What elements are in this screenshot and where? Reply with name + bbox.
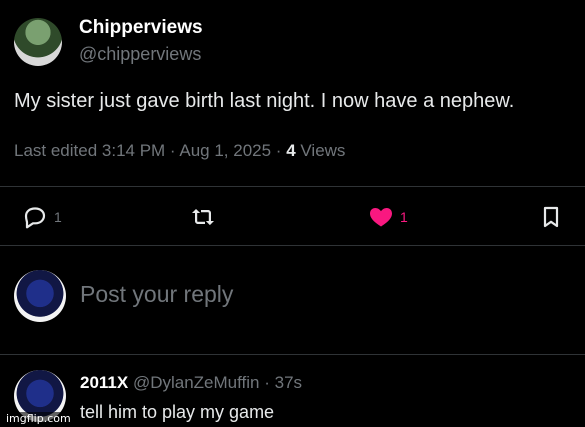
commenter-handle-time[interactable]: @DylanZeMuffin · 37s bbox=[128, 373, 302, 392]
views-label: Views bbox=[295, 141, 346, 160]
post-timestamp[interactable]: Last edited 3:14 PM · Aug 1, 2025 · bbox=[14, 141, 286, 160]
author-avatar[interactable] bbox=[14, 18, 62, 66]
current-user-avatar[interactable] bbox=[14, 270, 66, 322]
heart-icon bbox=[368, 205, 394, 229]
comment-header: 2011X @DylanZeMuffin · 37s bbox=[80, 373, 302, 393]
reply-icon bbox=[22, 205, 48, 229]
reply-count: 1 bbox=[54, 209, 62, 225]
post-text: My sister just gave birth last night. I … bbox=[14, 90, 515, 112]
author-display-name[interactable]: Chipperviews bbox=[79, 17, 203, 39]
divider-actions bbox=[0, 245, 585, 246]
bookmark-icon bbox=[540, 205, 562, 229]
watermark-label: imgflip.com bbox=[4, 412, 73, 425]
bookmark-button[interactable] bbox=[540, 205, 562, 229]
repost-icon bbox=[190, 205, 216, 229]
commenter-name[interactable]: 2011X bbox=[80, 373, 128, 392]
post-meta: Last edited 3:14 PM · Aug 1, 2025 · 4 Vi… bbox=[14, 141, 345, 161]
author-handle[interactable]: @chipperviews bbox=[79, 44, 201, 65]
reply-button[interactable]: 1 bbox=[22, 205, 62, 229]
comment-text: tell him to play my game bbox=[80, 402, 275, 422]
repost-button[interactable] bbox=[190, 205, 216, 229]
divider-composer bbox=[0, 354, 585, 355]
reply-input[interactable]: Post your reply bbox=[80, 281, 233, 308]
like-button[interactable]: 1 bbox=[368, 205, 408, 229]
like-count: 1 bbox=[400, 209, 408, 225]
views-count: 4 bbox=[286, 141, 296, 160]
divider-top bbox=[0, 186, 585, 187]
